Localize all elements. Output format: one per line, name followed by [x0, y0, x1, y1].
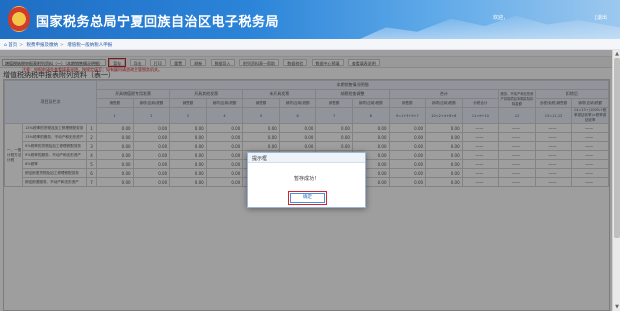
- vertical-scrollbar[interactable]: ▲ ▼: [612, 50, 620, 311]
- scroll-thumb[interactable]: [614, 58, 620, 238]
- dialog-title: 提示框: [248, 153, 365, 163]
- alert-dialog: 提示框 暂存成功！ 确定: [247, 152, 366, 208]
- breadcrumb-home[interactable]: 首页: [8, 43, 17, 48]
- mountain-decoration: [360, 15, 620, 39]
- breadcrumb-item-2: 增值税一般纳税人申报: [67, 43, 113, 48]
- breadcrumb-item-1[interactable]: 税费申报及缴纳: [27, 43, 59, 48]
- dialog-ok-button[interactable]: 确定: [288, 191, 327, 205]
- user-greeting: 欢迎，: [493, 15, 509, 21]
- breadcrumb: ⌂ 首页 > 税费申报及缴纳 > 增值税一般纳税人申报: [0, 39, 620, 50]
- scroll-down-icon[interactable]: ▼: [614, 304, 620, 310]
- scroll-up-icon[interactable]: ▲: [614, 51, 620, 57]
- site-title: 国家税务总局宁夏回族自治区电子税务局: [36, 15, 280, 30]
- home-icon: ⌂: [4, 43, 7, 48]
- logout-link[interactable]: [退出: [595, 14, 607, 21]
- tax-emblem-icon: [8, 6, 30, 32]
- dialog-message: 暂存成功！: [293, 176, 319, 182]
- site-header: 国家税务总局宁夏回族自治区电子税务局 欢迎， [退出: [0, 0, 620, 39]
